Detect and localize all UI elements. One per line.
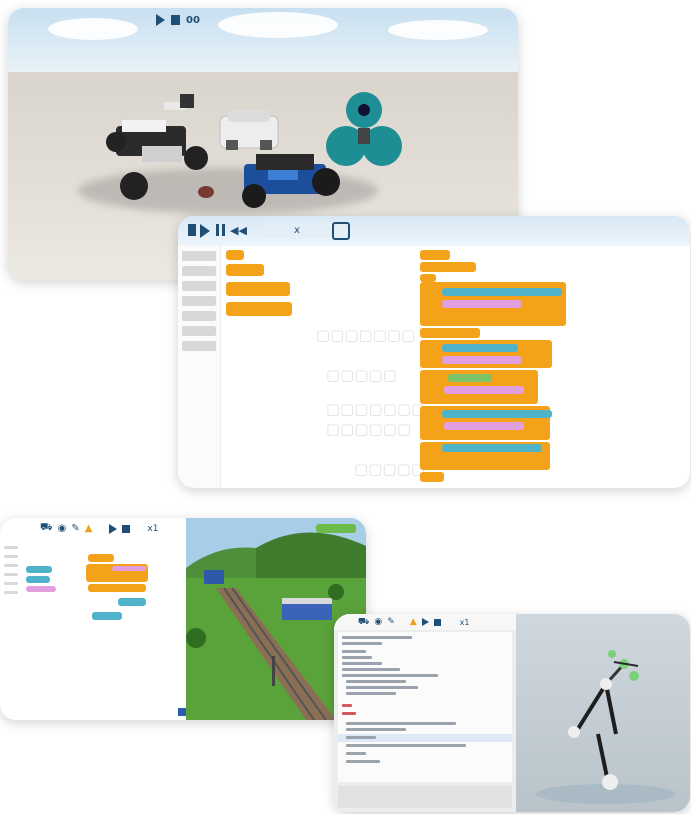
camera-icon[interactable]: ◉ <box>374 617 382 627</box>
category-list <box>178 246 221 488</box>
code-block[interactable] <box>226 264 264 276</box>
code-block[interactable] <box>26 566 52 573</box>
drone-code-card: ⛟ ◉ ✎ ▲ x1 <box>334 614 690 812</box>
camera-icon[interactable]: ◉ <box>58 523 67 534</box>
drone-scene-view <box>516 614 690 812</box>
code-block[interactable] <box>448 374 492 382</box>
sim-toolbar: 00 <box>156 14 200 26</box>
code-block[interactable] <box>442 356 522 364</box>
car-icon[interactable]: ⛟ <box>358 617 369 628</box>
car-icon[interactable]: ⛟ <box>40 522 53 535</box>
blue-robot[interactable] <box>234 146 344 220</box>
code-block[interactable] <box>118 598 146 606</box>
sky <box>8 8 518 72</box>
export-icon[interactable] <box>332 222 350 240</box>
background-watermark: ▢▢▢▢▢ <box>326 366 397 384</box>
code-block[interactable] <box>226 282 290 296</box>
code-block[interactable] <box>442 410 552 418</box>
play-icon[interactable] <box>156 14 165 26</box>
block-workspace: ⛟ ◉ ✎ ▲ x1 <box>0 518 186 720</box>
code-block[interactable] <box>442 344 518 352</box>
train-scene-card: ⛟ ◉ ✎ ▲ x1 <box>0 518 366 720</box>
code-block[interactable] <box>442 300 522 308</box>
code-area[interactable] <box>338 632 512 782</box>
scene4-toolbar: ⛟ ◉ ✎ ▲ x1 <box>334 614 516 630</box>
sim-toolbar-label: 00 <box>186 14 200 26</box>
rewind-icon[interactable]: ◀◀ <box>230 224 247 237</box>
background-watermark: ▢▢▢▢▢▢▢ <box>316 326 416 344</box>
category-item[interactable] <box>182 296 216 306</box>
scene4-toolbar-label: x1 <box>459 617 470 627</box>
tool-icon[interactable]: ✎ <box>71 523 79 534</box>
category-item[interactable] <box>182 266 216 276</box>
code-block[interactable] <box>226 302 292 316</box>
code-block[interactable] <box>442 444 542 452</box>
scene3-toolbar-label: x1 <box>147 523 159 534</box>
code-block[interactable] <box>420 472 444 482</box>
category-item[interactable] <box>182 311 216 321</box>
drone-arm-scene <box>536 650 676 804</box>
scene3-toolbar: ⛟ ◉ ✎ ▲ x1 <box>40 522 158 535</box>
warning-icon[interactable]: ▲ <box>85 523 93 534</box>
code-block[interactable] <box>26 576 50 583</box>
stop-icon[interactable] <box>122 524 131 533</box>
tool-icon[interactable]: ✎ <box>387 617 395 627</box>
code-block[interactable] <box>420 274 436 282</box>
category-item[interactable] <box>182 251 216 261</box>
resize-handle[interactable] <box>178 708 186 716</box>
code-editor: ⛟ ◉ ✎ ▲ x1 <box>334 614 516 812</box>
code-block[interactable] <box>88 584 146 592</box>
console-panel <box>338 786 512 808</box>
code-block[interactable] <box>226 250 244 260</box>
code-block[interactable] <box>420 250 450 260</box>
code-block[interactable] <box>420 328 480 338</box>
code-block[interactable] <box>444 422 524 430</box>
stop-icon[interactable] <box>171 15 180 25</box>
code-block[interactable] <box>92 612 122 620</box>
code-block[interactable] <box>442 288 562 296</box>
play-icon[interactable] <box>109 523 118 534</box>
editor-toolbar: ◀◀ x <box>178 216 690 246</box>
play-icon[interactable] <box>200 224 210 238</box>
stop-icon[interactable] <box>188 224 196 236</box>
category-item[interactable] <box>182 341 216 351</box>
background-watermark: ▢▢▢▢▢▢ <box>326 420 412 438</box>
code-block[interactable] <box>420 262 476 272</box>
code-block[interactable] <box>444 386 524 394</box>
code-block[interactable] <box>112 566 146 571</box>
category-item[interactable] <box>182 281 216 291</box>
block-editor-card: ◀◀ x ▢▢▢▢▢▢▢ ▢▢▢▢▢ ▢▢▢▢▢▢▢ ▢▢▢▢▢▢ ▢▢▢▢▢ <box>178 216 690 488</box>
warning-icon[interactable]: ▲ <box>410 617 417 627</box>
code-block[interactable] <box>26 586 56 592</box>
category-item[interactable] <box>182 326 216 336</box>
background-watermark: ▢▢▢▢▢▢▢ <box>326 400 426 418</box>
code-block[interactable] <box>88 554 114 562</box>
editor-toolbar-label: x <box>294 225 300 236</box>
pause-icon[interactable] <box>216 224 226 236</box>
play-icon[interactable] <box>421 618 429 626</box>
ball[interactable] <box>196 184 216 200</box>
background-watermark: ▢▢▢▢▢ <box>354 460 425 478</box>
stop-icon[interactable] <box>433 618 441 626</box>
